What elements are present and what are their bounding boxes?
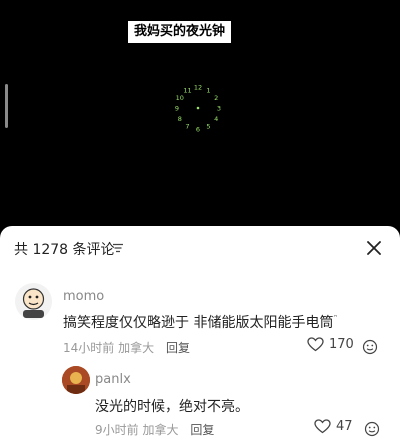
comment-body: 搞笑程度仅仅略逊于 非储能版太阳能手电筒 [63, 315, 334, 331]
comment-time: 14小时前 [63, 341, 115, 355]
comment-meta: 9小时前 加拿大 回复 [95, 421, 214, 438]
reply-button[interactable]: 回复 [166, 341, 190, 355]
like-count: 170 [329, 337, 354, 352]
clock-numeral: 10 [176, 94, 184, 102]
heart-icon [314, 419, 331, 434]
video-caption: 我妈买的夜光钟 [128, 21, 232, 43]
cartoon-face-icon [22, 288, 45, 318]
clock-numeral: 11 [183, 86, 191, 94]
photo-avatar-icon [62, 366, 90, 394]
search-icon[interactable]: ᵔ [333, 313, 337, 324]
clock-numeral: 7 [185, 123, 189, 131]
clock-numeral: 6 [196, 126, 200, 134]
close-icon[interactable] [365, 239, 383, 257]
clock-numeral: 12 [194, 84, 202, 92]
like-count: 47 [336, 419, 353, 434]
comment-text: 没光的时候，绝对不亮。 [95, 399, 249, 415]
emoji-reaction-icon[interactable] [362, 339, 378, 355]
clock-numeral: 8 [178, 115, 182, 123]
comment-count: 共 1278 条评论 [14, 242, 115, 258]
clock-numeral: 4 [214, 115, 218, 123]
comment-location: 加拿大 [142, 423, 179, 437]
reply-button[interactable]: 回复 [190, 423, 214, 437]
clock-numeral: 2 [214, 94, 218, 102]
comment-time: 9小时前 [95, 423, 139, 437]
comment-username[interactable]: momo [63, 289, 104, 304]
comment-meta: 14小时前 加拿大 回复 [63, 339, 190, 356]
clock-numeral: 1 [206, 86, 210, 94]
clock-numeral: 5 [206, 123, 210, 131]
comments-header: 共 1278 条评论 [0, 226, 400, 272]
video-player[interactable]: 我妈买的夜光钟 12 1 2 3 4 5 6 7 8 9 10 11 [0, 0, 400, 226]
clock-numeral: 3 [217, 105, 221, 113]
sort-icon[interactable] [112, 242, 124, 254]
glow-clock-image: 12 12 3 45678 9 1011 [175, 84, 221, 134]
comment-text: 搞笑程度仅仅略逊于 非储能版太阳能手电筒ᵔ [63, 312, 338, 332]
comment-username[interactable]: panlx [95, 372, 131, 387]
comments-sheet: 共 1278 条评论 momo 搞笑程度仅仅略逊于 非储能版太阳能手电筒ᵔ 14… [0, 226, 400, 446]
avatar[interactable] [15, 283, 52, 320]
avatar[interactable] [62, 366, 90, 394]
emoji-reaction-icon[interactable] [364, 421, 380, 437]
like-button[interactable]: 170 [307, 337, 354, 352]
comment-location: 加拿大 [118, 341, 155, 355]
video-progress-handle[interactable] [5, 84, 8, 128]
heart-icon [307, 337, 324, 352]
clock-center [196, 106, 200, 110]
like-button[interactable]: 47 [314, 419, 353, 434]
clock-numeral: 9 [175, 105, 179, 113]
